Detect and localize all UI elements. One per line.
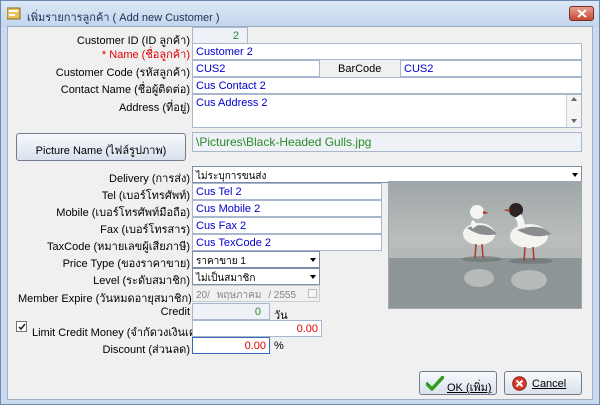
picture-path-field: \Pictures\Black-Headed Gulls.jpg	[192, 132, 582, 152]
ok-label: OK (เพิ่ม)	[447, 382, 492, 394]
limit-credit-label: Limit Credit Money (จำกัดวงเงินเครดิต)	[32, 327, 221, 339]
tel-label: Tel (เบอร์โทรศัพท์)	[101, 190, 190, 202]
fax-field[interactable]: Cus Fax 2	[192, 217, 382, 234]
address-text: Cus Address 2	[196, 97, 268, 109]
level-value: ไม่เป็นสมาชิก	[196, 273, 256, 284]
address-label: Address (ที่อยู่)	[118, 102, 190, 114]
barcode-field[interactable]: CUS2	[400, 60, 582, 77]
address-field[interactable]: Cus Address 2	[192, 94, 582, 128]
form-area: Customer ID (ID ลูกค้า) 2 * Name (ชื่อลู…	[7, 26, 593, 400]
mobile-field[interactable]: Cus Mobile 2	[192, 200, 382, 217]
cancel-button[interactable]: Cancel	[504, 371, 582, 395]
checkmark-icon	[18, 323, 26, 331]
limit-credit-checkbox[interactable]	[16, 321, 27, 332]
contact-name-label: Contact Name (ชื่อผู้ติดต่อ)	[60, 84, 190, 96]
expire-day: 20/	[196, 290, 210, 301]
credit-field[interactable]: 0	[192, 303, 270, 320]
cancel-label: Cancel	[532, 378, 567, 390]
chevron-down-icon	[310, 258, 316, 262]
discount-unit: %	[274, 340, 284, 352]
level-select[interactable]: ไม่เป็นสมาชิก	[192, 268, 320, 285]
cancel-icon	[512, 376, 527, 391]
member-expire-date: 20/ พฤษภาคม / 2555	[192, 285, 320, 302]
scroll-down-icon	[571, 119, 577, 123]
limit-credit-field[interactable]: 0.00	[192, 320, 322, 337]
fax-label: Fax (เบอร์โทรสาร)	[100, 224, 190, 236]
scroll-up-icon	[571, 97, 577, 101]
name-field[interactable]: Customer 2	[192, 43, 582, 60]
name-label: * Name (ชื่อลูกค้า)	[101, 49, 190, 61]
customer-code-label: Customer Code (รหัสลูกค้า)	[55, 67, 190, 79]
ok-button[interactable]: OK (เพิ่ม)	[419, 371, 497, 395]
check-icon	[426, 376, 444, 391]
close-icon	[577, 9, 587, 18]
title-bar: เพิ่มรายการลูกค้า ( Add new Customer )	[1, 1, 599, 27]
close-button[interactable]	[569, 6, 594, 21]
taxcode-label: TaxCode (หมายเลขผู้เสียภาษี)	[47, 241, 190, 253]
chevron-down-icon	[310, 275, 316, 279]
tel-field[interactable]: Cus Tel 2	[192, 183, 382, 200]
discount-label: Discount (ส่วนลด)	[102, 344, 190, 356]
contact-name-field[interactable]: Cus Contact 2	[192, 77, 582, 94]
price-type-label: Price Type (ของราคาขาย)	[62, 258, 190, 270]
mobile-label: Mobile (เบอร์โทรศัพท์มือถือ)	[56, 207, 190, 219]
delivery-label: Delivery (การส่ง)	[109, 173, 190, 185]
delivery-value: ไม่ระบุการขนส่ง	[196, 171, 267, 182]
customer-id-field: 2	[192, 27, 248, 44]
taxcode-field[interactable]: Cus TexCode 2	[192, 234, 382, 251]
date-picker-icon	[308, 289, 317, 298]
member-expire-label: Member Expire (วันหมดอายุสมาชิก)	[18, 293, 192, 305]
window-title: เพิ่มรายการลูกค้า ( Add new Customer )	[27, 12, 220, 24]
level-label: Level (ระดับสมาชิก)	[93, 275, 190, 287]
barcode-label: BarCode	[338, 63, 382, 75]
customer-dialog: เพิ่มรายการลูกค้า ( Add new Customer ) C…	[0, 0, 600, 405]
discount-field[interactable]: 0.00	[192, 337, 270, 354]
chevron-down-icon	[572, 173, 578, 177]
customer-code-field[interactable]: CUS2	[192, 60, 320, 77]
expire-month: พฤษภาคม	[216, 290, 262, 301]
price-type-value: ราคาขาย 1	[196, 256, 246, 267]
gulls-image	[389, 203, 581, 308]
price-type-select[interactable]: ราคาขาย 1	[192, 251, 320, 268]
expire-year: / 2555	[268, 290, 297, 301]
picture-preview	[388, 181, 582, 309]
credit-label: Credit	[160, 306, 190, 318]
app-icon	[7, 7, 21, 20]
address-scrollbar[interactable]	[566, 95, 581, 127]
picture-name-button[interactable]: Picture Name (ไฟล์รูปภาพ)	[16, 133, 186, 161]
